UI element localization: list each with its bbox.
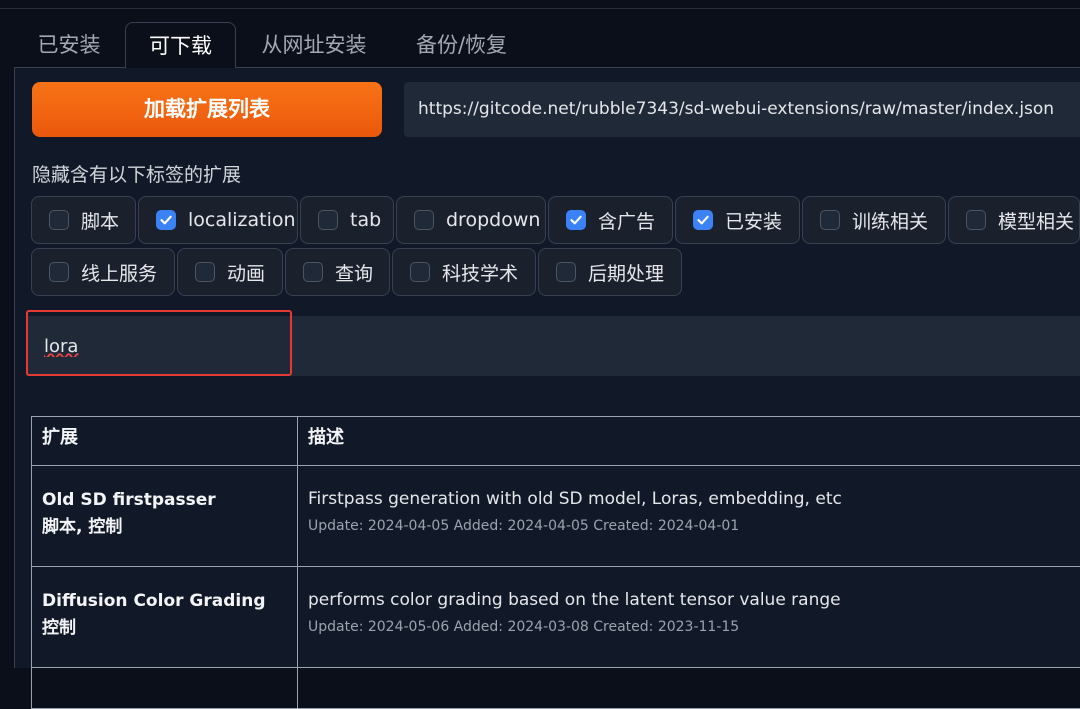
description-cell: performs color grading based on the late… xyxy=(298,567,1080,668)
filter-checkbox-installed[interactable]: 已安装 xyxy=(675,196,800,244)
extension-cell xyxy=(32,668,298,709)
table-row: Old SD firstpasser 脚本, 控制 Firstpass gene… xyxy=(32,466,1080,567)
extensions-table: 扩展 描述 Old SD firstpasser 脚本, 控制 Firstpas… xyxy=(31,416,1080,709)
table-row xyxy=(32,668,1080,709)
extension-search-input[interactable] xyxy=(29,321,1080,371)
filter-checkbox-tab[interactable]: tab xyxy=(300,196,394,244)
checkbox-label: 含广告 xyxy=(598,207,655,234)
checkbox-icon xyxy=(414,210,434,230)
checkbox-label: 后期处理 xyxy=(588,259,664,286)
checkbox-checked-icon xyxy=(156,210,176,230)
load-extension-list-button[interactable]: 加载扩展列表 xyxy=(32,82,382,137)
filter-checkbox-models[interactable]: 模型相关 xyxy=(948,196,1080,244)
column-header-extension: 扩展 xyxy=(32,417,298,466)
extension-cell: Diffusion Color Grading 控制 xyxy=(32,567,298,668)
filter-checkbox-science[interactable]: 科技学术 xyxy=(392,248,536,296)
checkbox-icon xyxy=(318,210,338,230)
top-divider xyxy=(0,8,1080,9)
extension-index-url-input[interactable] xyxy=(404,82,1080,137)
checkbox-icon xyxy=(49,262,69,282)
checkbox-label: localization xyxy=(188,209,296,231)
filter-checkbox-dropdown[interactable]: dropdown xyxy=(396,196,546,244)
checkbox-checked-icon xyxy=(566,210,586,230)
tab-backup-restore[interactable]: 备份/恢复 xyxy=(394,22,529,68)
tab-bar: 已安装 可下载 从网址安装 备份/恢复 xyxy=(14,22,1080,68)
filter-checkbox-animation[interactable]: 动画 xyxy=(177,248,283,296)
tab-installed[interactable]: 已安装 xyxy=(14,22,124,68)
checkbox-icon xyxy=(556,262,576,282)
table-header-row: 扩展 描述 xyxy=(32,417,1080,466)
extension-dates: Update: 2024-05-06 Added: 2024-03-08 Cre… xyxy=(308,613,1080,641)
description-cell xyxy=(298,668,1080,709)
filter-checkbox-script[interactable]: 脚本 xyxy=(31,196,136,244)
checkbox-icon xyxy=(410,262,430,282)
extension-tags: 控制 xyxy=(42,615,287,641)
tab-available[interactable]: 可下载 xyxy=(125,22,236,68)
extension-name-link[interactable]: Old SD firstpasser xyxy=(42,486,287,514)
checkbox-icon xyxy=(820,210,840,230)
filter-checkbox-ads[interactable]: 含广告 xyxy=(548,196,673,244)
checkbox-label: 已安装 xyxy=(725,207,782,234)
description-cell: Firstpass generation with old SD model, … xyxy=(298,466,1080,567)
checkbox-icon xyxy=(49,210,69,230)
filter-checkbox-postprocessing[interactable]: 后期处理 xyxy=(538,248,682,296)
tab-install-from-url[interactable]: 从网址安装 xyxy=(244,22,384,68)
checkbox-checked-icon xyxy=(693,210,713,230)
extension-tags: 脚本, 控制 xyxy=(42,514,287,540)
checkbox-label: 查询 xyxy=(335,259,373,286)
checkbox-label: 模型相关 xyxy=(998,207,1074,234)
filter-checkbox-training[interactable]: 训练相关 xyxy=(802,196,946,244)
extension-description: performs color grading based on the late… xyxy=(308,587,1080,613)
filter-checkbox-localization[interactable]: localization xyxy=(138,196,298,244)
filter-checkbox-online-services[interactable]: 线上服务 xyxy=(31,248,175,296)
checkbox-label: 脚本 xyxy=(81,207,119,234)
hide-tags-label: 隐藏含有以下标签的扩展 xyxy=(32,160,241,187)
extension-name-link[interactable]: Diffusion Color Grading xyxy=(42,587,287,615)
filter-checkbox-query[interactable]: 查询 xyxy=(285,248,390,296)
extension-dates: Update: 2024-04-05 Added: 2024-04-05 Cre… xyxy=(308,512,1080,540)
checkbox-icon xyxy=(303,262,323,282)
checkbox-label: 动画 xyxy=(227,259,265,286)
checkbox-label: 科技学术 xyxy=(442,259,518,286)
extension-description: Firstpass generation with old SD model, … xyxy=(308,486,1080,512)
checkbox-label: dropdown xyxy=(446,209,540,231)
extension-cell: Old SD firstpasser 脚本, 控制 xyxy=(32,466,298,567)
checkbox-icon xyxy=(966,210,986,230)
checkbox-label: tab xyxy=(350,209,381,231)
table-row: Diffusion Color Grading 控制 performs colo… xyxy=(32,567,1080,668)
column-header-description: 描述 xyxy=(298,417,1080,466)
checkbox-label: 训练相关 xyxy=(852,207,928,234)
checkbox-icon xyxy=(195,262,215,282)
checkbox-label: 线上服务 xyxy=(81,259,157,286)
